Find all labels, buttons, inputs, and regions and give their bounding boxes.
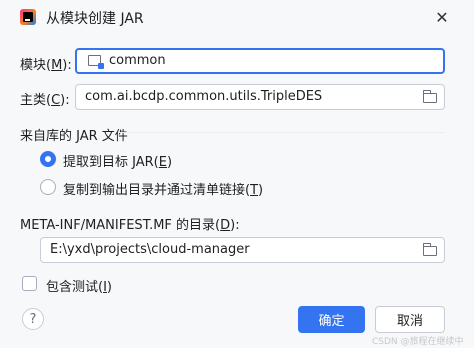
copy-and-link-radio[interactable] bbox=[40, 179, 56, 195]
browse-folder-icon[interactable] bbox=[423, 90, 437, 103]
manifest-dir-value: E:\yxd\projects\cloud-manager bbox=[50, 242, 250, 257]
main-class-field[interactable]: com.ai.bcdp.common.utils.TripleDES bbox=[75, 84, 445, 110]
module-value: common bbox=[109, 53, 166, 68]
extract-to-jar-radio[interactable] bbox=[40, 151, 56, 167]
manifest-dir-label: META-INF/MANIFEST.MF 的目录(D): bbox=[20, 218, 240, 233]
create-jar-dialog: 从模块创建 JAR ✕ 模块(M): common 主类(C): com.ai.… bbox=[0, 0, 474, 348]
help-button[interactable]: ? bbox=[22, 308, 44, 330]
main-class-value: com.ai.bcdp.common.utils.TripleDES bbox=[85, 89, 323, 104]
copy-and-link-label[interactable]: 复制到输出目录并通过清单链接(T) bbox=[63, 179, 263, 198]
module-icon bbox=[88, 55, 104, 69]
main-class-label: 主类(C): bbox=[20, 93, 70, 108]
module-select[interactable]: common bbox=[75, 48, 445, 74]
manifest-dir-field[interactable]: E:\yxd\projects\cloud-manager bbox=[40, 237, 445, 263]
include-tests-checkbox[interactable] bbox=[22, 276, 37, 291]
cancel-button[interactable]: 取消 bbox=[375, 306, 445, 333]
group-separator bbox=[118, 132, 444, 133]
ok-button[interactable]: 确定 bbox=[298, 306, 365, 333]
module-label: 模块(M): bbox=[20, 58, 72, 73]
library-jars-group-title: 来自库的 JAR 文件 bbox=[20, 129, 128, 144]
intellij-app-icon bbox=[20, 9, 36, 25]
extract-to-jar-label[interactable]: 提取到目标 JAR(E) bbox=[63, 151, 172, 170]
close-icon[interactable]: ✕ bbox=[432, 7, 452, 27]
browse-folder-icon[interactable] bbox=[423, 243, 437, 256]
watermark: CSDN @旅程在继续中 bbox=[372, 337, 464, 347]
title-bar: 从模块创建 JAR ✕ bbox=[0, 0, 474, 40]
dialog-title: 从模块创建 JAR bbox=[46, 11, 144, 27]
include-tests-label[interactable]: 包含测试(I) bbox=[46, 276, 112, 295]
